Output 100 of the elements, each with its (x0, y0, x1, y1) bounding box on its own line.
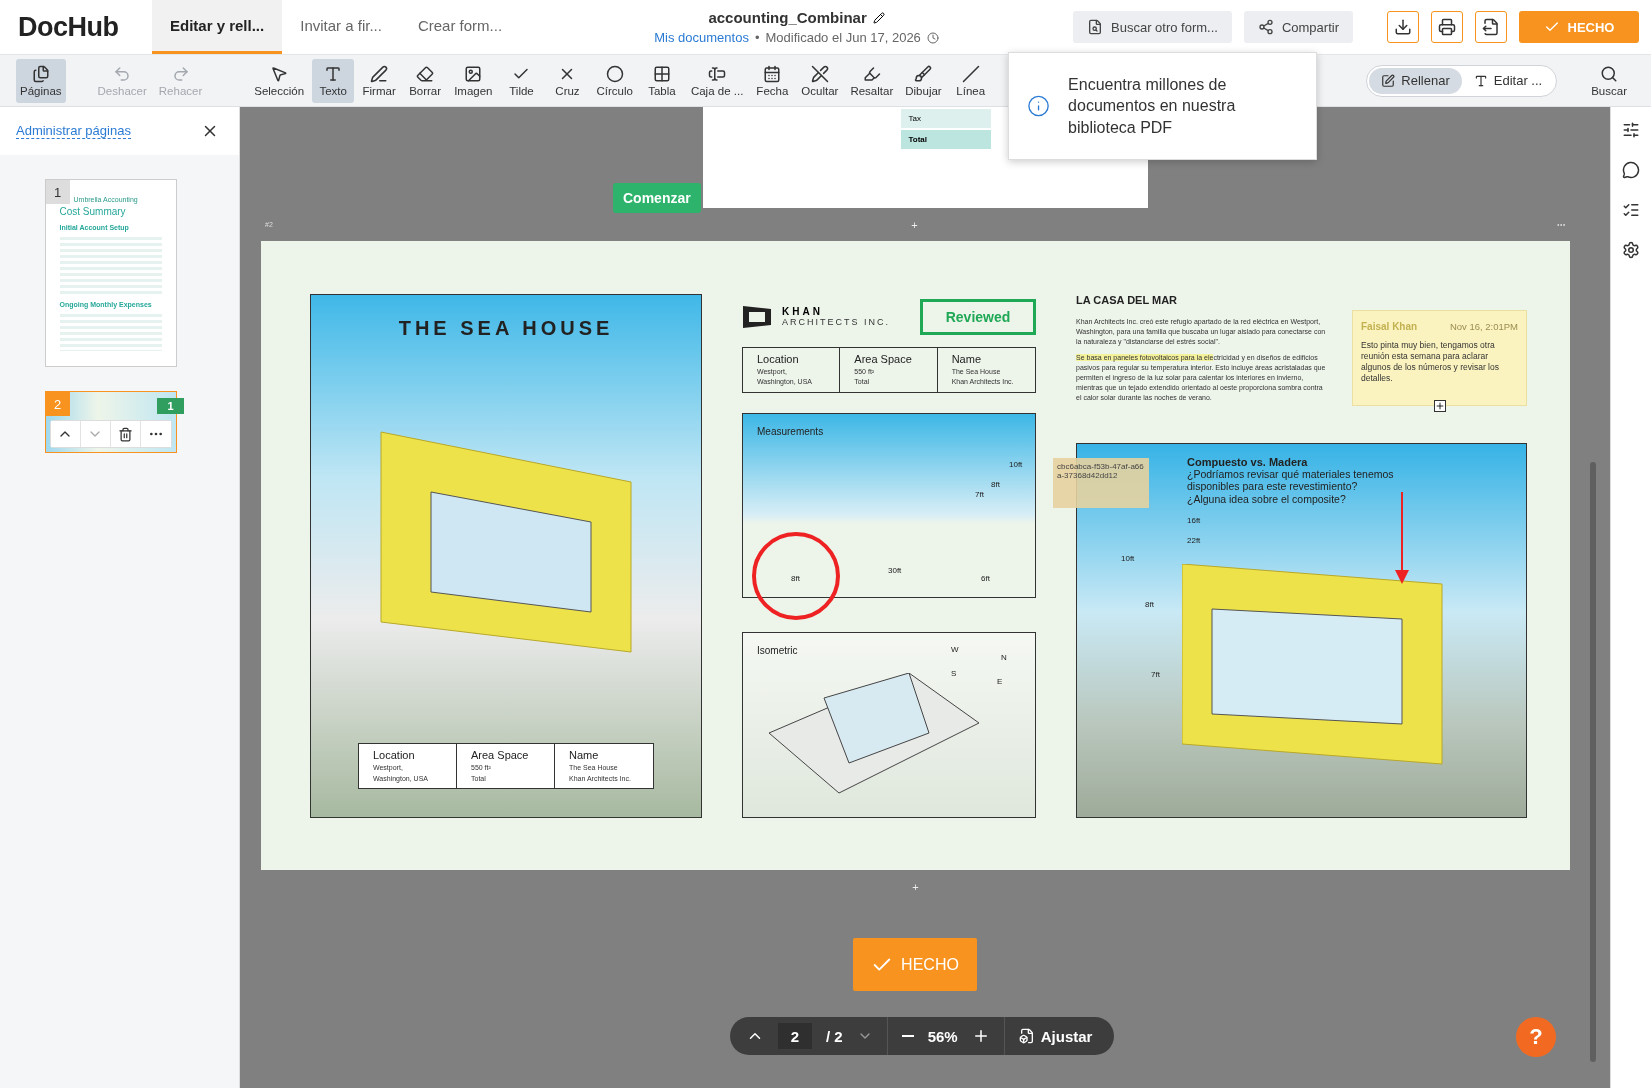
dimension-label: 10ft (1009, 459, 1023, 469)
move-up-button[interactable] (50, 421, 81, 447)
cell-heading: Location (757, 352, 800, 365)
document-title: accounting_Combinar (708, 9, 867, 26)
header-button[interactable]: Buscar otro form... (1073, 11, 1232, 43)
tool-button[interactable]: Caja de ... (686, 58, 748, 103)
compass-label: N (1001, 652, 1007, 662)
tab[interactable]: Invitar a fir... (282, 0, 400, 54)
cell-heading: Area Space (471, 749, 530, 762)
text-box-icon (708, 64, 727, 83)
reviewed-stamp: Reviewed (920, 298, 1036, 335)
page-number: 2 (45, 392, 70, 416)
tool-button[interactable]: Dibujar (901, 58, 946, 103)
clock-icon (926, 31, 939, 44)
note-text: Esto pinta muy bien, tengamos otra reunión esta semana para aclarar algunos de los números y revisar los detalles. (1361, 340, 1500, 385)
text-icon (1473, 73, 1488, 88)
brush-icon (914, 64, 933, 83)
dimension-label: 8ft (791, 573, 800, 583)
cell-heading: Location (373, 749, 416, 762)
minus-icon (901, 1035, 914, 1037)
settings-icon (1622, 241, 1640, 259)
sliders-button[interactable] (1622, 121, 1640, 139)
tool-button[interactable]: Ocultar (797, 58, 843, 103)
tab[interactable]: Crear form... (399, 0, 521, 54)
fit-page-icon (1018, 1028, 1035, 1044)
settings-button[interactable] (1622, 241, 1640, 259)
mode-button[interactable]: Editar ... (1461, 67, 1555, 94)
highlighter-icon (862, 64, 881, 83)
tool-button[interactable]: Selección (250, 58, 309, 103)
redo-icon (171, 64, 190, 83)
page-total: / 2 (826, 1027, 843, 1045)
calendar-icon (763, 64, 782, 83)
separator: • (754, 30, 760, 45)
compass-label: S (951, 668, 957, 678)
table-icon (652, 64, 671, 83)
download-icon (1394, 18, 1412, 36)
add-icon[interactable] (1433, 400, 1446, 412)
search-icon (1600, 64, 1619, 83)
logo-icon (742, 304, 772, 329)
download-button[interactable] (1387, 11, 1419, 43)
table-cell: Total (900, 130, 991, 149)
tool-button[interactable]: Firmar (358, 58, 401, 103)
cell-heading: Name (951, 352, 982, 365)
undo-icon (113, 64, 132, 83)
dimension-label: 30ft (888, 565, 902, 575)
cursor-icon (270, 64, 289, 83)
tool-button[interactable]: Línea (949, 58, 992, 103)
cell-heading: Area Space (854, 352, 913, 365)
article-title: LA CASA DEL MAR (1076, 294, 1179, 306)
export-button[interactable] (1475, 11, 1507, 43)
table-cell: Tax (900, 109, 991, 128)
dimension-label: 7ft (1151, 669, 1160, 679)
zoom-level: 56% (927, 1027, 958, 1045)
tool-button[interactable]: Cruz (546, 58, 589, 103)
tool-button[interactable]: Tilde (500, 58, 543, 103)
page-input[interactable]: 2 (778, 1023, 812, 1049)
share-icon (1257, 19, 1274, 35)
popover-text: Encuentra millones de documentos en nuestra biblioteca PDF (1068, 74, 1237, 138)
fit-button[interactable]: Ajustar (1018, 1027, 1093, 1045)
mode-button[interactable]: Rellenar (1369, 67, 1462, 94)
dimension-label: 22ft (1187, 535, 1201, 545)
tool-button[interactable]: Tabla (640, 58, 683, 103)
checklist-button[interactable] (1622, 201, 1640, 219)
comments-button[interactable] (1622, 161, 1640, 179)
note-date: Nov 16, 2:01PM (1449, 321, 1518, 332)
tool-button[interactable]: Imagen (450, 58, 497, 103)
add-mark: + (911, 218, 918, 231)
logo[interactable]: DocHub (0, 0, 152, 54)
image-icon (464, 64, 483, 83)
tool-button[interactable]: Círculo (592, 58, 637, 103)
tool-button[interactable]: Texto (312, 58, 355, 103)
scrollbar-thumb[interactable] (1590, 462, 1596, 1062)
pencil-icon (872, 11, 885, 24)
pen-off-icon (810, 64, 829, 83)
drawing-title: Isometric (757, 644, 798, 656)
tab[interactable]: Editar y rell... (152, 0, 283, 54)
tool-button[interactable]: Páginas (16, 58, 66, 103)
breadcrumb-link[interactable]: Mis documentos (654, 30, 749, 45)
page-number: 1 (45, 180, 70, 204)
tool-button[interactable]: Borrar (404, 58, 447, 103)
tool-button[interactable]: Resaltar (846, 58, 898, 103)
tool-button[interactable]: Fecha (751, 58, 794, 103)
print-button[interactable] (1431, 11, 1463, 43)
modified-date: Modificado el Jun 17, 2026 (765, 30, 921, 45)
text-icon (324, 64, 343, 83)
compass-label: E (997, 676, 1003, 686)
dimension-label: 8ft (991, 479, 1000, 489)
dimension-label: 6ft (981, 573, 990, 583)
header-button[interactable]: Compartir (1243, 11, 1353, 43)
manage-pages-link[interactable]: Administrar páginas (16, 123, 131, 139)
thumbnail-heading: Cost Summary (59, 206, 127, 217)
drawing-title: Measurements (757, 425, 824, 437)
eraser-icon (416, 64, 435, 83)
comment-text: ¿Podríamos revisar qué materiales tenemos disponibles para este revestimiento? ¿Alguna idea sobre el composite? (1187, 467, 1395, 506)
annotation-stamp: cbc6abca-f53b-47af-a66a-37368d42dd12 (1053, 457, 1149, 508)
edit-icon (1381, 73, 1396, 88)
cell-heading: Name (569, 749, 600, 762)
search-button[interactable]: Buscar (1587, 58, 1631, 103)
file-search-icon (1087, 19, 1103, 35)
trash-icon (118, 426, 134, 442)
